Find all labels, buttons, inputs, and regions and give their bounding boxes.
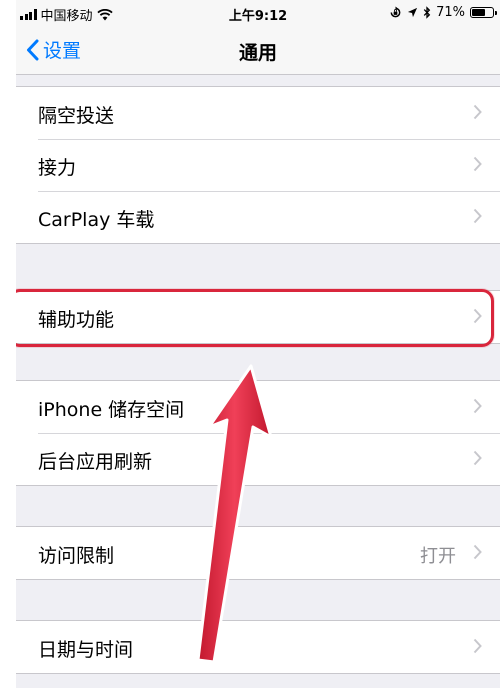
chevron-right-icon xyxy=(473,156,482,172)
status-right: 71% xyxy=(389,5,497,20)
settings-row-background-refresh[interactable]: 后台应用刷新 xyxy=(16,433,500,485)
chevron-left-icon xyxy=(27,39,39,60)
chevron-right-icon xyxy=(473,638,482,654)
settings-row-date-time[interactable]: 日期与时间 xyxy=(16,621,500,673)
bluetooth-icon xyxy=(423,6,431,19)
settings-group-storage: iPhone 储存空间 后台应用刷新 xyxy=(16,380,500,486)
navigation-bar: 设置 通用 xyxy=(16,26,500,75)
location-icon xyxy=(408,7,418,18)
settings-row-carplay[interactable]: CarPlay 车载 xyxy=(16,191,500,243)
row-label: 辅助功能 xyxy=(38,309,115,331)
battery-percentage: 71% xyxy=(436,5,465,20)
back-button[interactable]: 设置 xyxy=(26,36,81,63)
row-label: iPhone 储存空间 xyxy=(38,399,185,421)
settings-row-restrictions[interactable]: 访问限制 打开 xyxy=(16,527,500,579)
settings-screen: 中国移动 上午9:12 71% 设置 通用 隔空投送 接力 CarPlay 车载… xyxy=(16,0,500,688)
row-value: 打开 xyxy=(420,546,456,567)
row-label: 接力 xyxy=(38,157,77,179)
settings-group-date-time: 日期与时间 xyxy=(16,620,500,674)
battery-icon xyxy=(470,7,497,18)
row-label: 后台应用刷新 xyxy=(38,451,153,473)
row-label: 隔空投送 xyxy=(38,105,115,127)
settings-row-handoff[interactable]: 接力 xyxy=(16,139,500,191)
chevron-right-icon xyxy=(473,544,482,560)
chevron-right-icon xyxy=(473,450,482,466)
settings-group-continuity: 隔空投送 接力 CarPlay 车载 xyxy=(16,86,500,244)
settings-row-accessibility[interactable]: 辅助功能 xyxy=(16,291,500,343)
chevron-right-icon xyxy=(473,104,482,120)
settings-row-iphone-storage[interactable]: iPhone 储存空间 xyxy=(16,381,500,433)
row-label: 日期与时间 xyxy=(38,639,134,661)
settings-group-restrictions: 访问限制 打开 xyxy=(16,526,500,580)
row-label: CarPlay 车载 xyxy=(38,209,155,231)
page-title: 通用 xyxy=(238,42,277,64)
chevron-right-icon xyxy=(473,208,482,224)
row-label: 访问限制 xyxy=(38,545,115,567)
settings-row-airdrop[interactable]: 隔空投送 xyxy=(16,87,500,139)
battery-level xyxy=(472,9,485,16)
settings-group-accessibility: 辅助功能 xyxy=(16,290,500,344)
status-bar: 中国移动 上午9:12 71% xyxy=(16,0,500,26)
orientation-lock-icon xyxy=(390,6,401,18)
chevron-right-icon xyxy=(473,308,482,324)
back-label: 设置 xyxy=(43,40,82,62)
chevron-right-icon xyxy=(473,398,482,414)
